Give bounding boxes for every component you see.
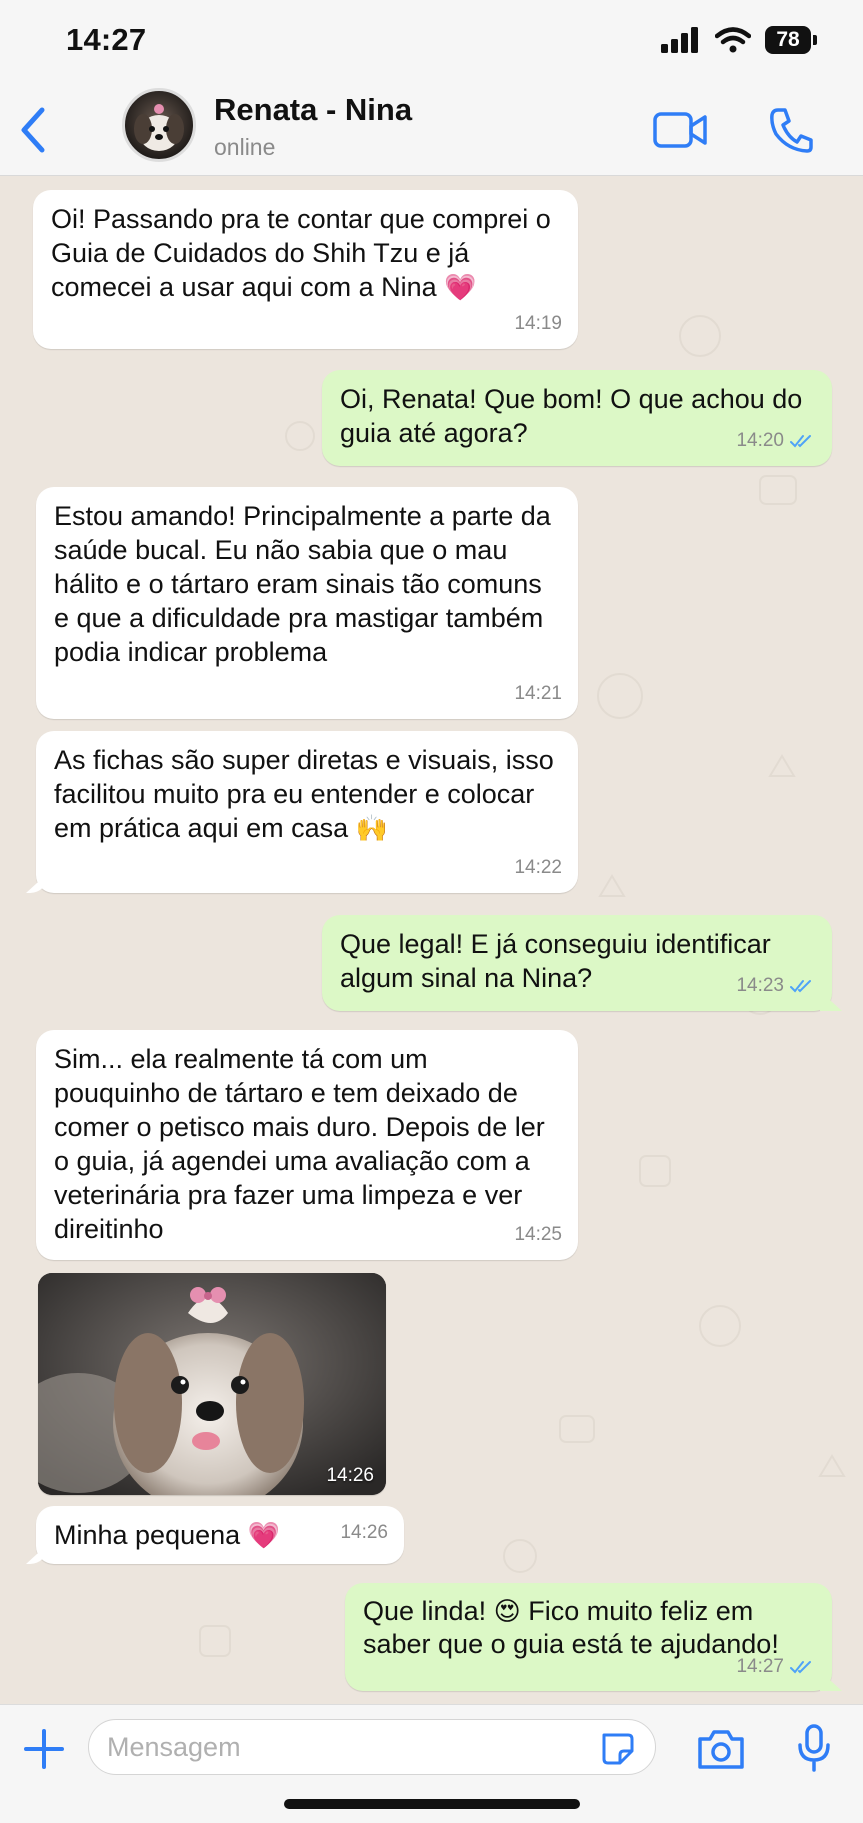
heart-emoji: 💗 xyxy=(247,1521,281,1551)
wifi-icon xyxy=(715,27,751,53)
message-incoming[interactable]: Minha pequena 💗 14:26 xyxy=(36,1506,404,1564)
heart-eyes-emoji: 😍 xyxy=(493,1597,521,1627)
compose-bar xyxy=(0,1704,863,1823)
contact-status: online xyxy=(214,134,276,160)
read-ticks-icon xyxy=(790,435,811,448)
message-text: Que legal! E já conseguiu identificar al… xyxy=(340,929,771,993)
message-time: 14:22 xyxy=(514,857,562,878)
message-time: 14:26 xyxy=(340,1522,388,1543)
back-chevron-icon[interactable] xyxy=(14,104,54,156)
dog-avatar-icon xyxy=(134,104,184,151)
heart-emoji: 💗 xyxy=(444,273,477,303)
read-ticks-icon xyxy=(790,1661,811,1674)
message-text: Estou amando! Principalmente a parte da … xyxy=(54,501,551,667)
battery-indicator: 78 xyxy=(765,26,817,54)
phone-call-icon[interactable] xyxy=(768,106,814,154)
camera-icon[interactable] xyxy=(696,1727,746,1771)
message-time: 14:23 xyxy=(736,975,784,996)
message-text: Oi, Renata! Que bom! O que achou do guia… xyxy=(340,384,803,448)
home-indicator xyxy=(284,1799,580,1809)
message-text: As fichas são super diretas e visuais, i… xyxy=(54,745,554,843)
message-time: 14:25 xyxy=(514,1224,562,1245)
status-bar: 14:27 78 xyxy=(0,0,863,84)
message-time: 14:26 xyxy=(326,1465,374,1486)
photo-message[interactable]: 14:26 xyxy=(38,1273,386,1495)
message-time: 14:27 xyxy=(736,1656,784,1677)
message-time: 14:19 xyxy=(514,313,562,334)
message-time: 14:20 xyxy=(736,430,784,451)
message-outgoing[interactable]: Que legal! E já conseguiu identificar al… xyxy=(322,915,832,1011)
dog-photo-image xyxy=(38,1273,386,1495)
message-outgoing[interactable]: Oi, Renata! Que bom! O que achou do guia… xyxy=(322,370,832,466)
status-time: 14:27 xyxy=(66,22,147,57)
signal-icon xyxy=(661,27,698,53)
contact-name[interactable]: Renata - Nina xyxy=(214,92,412,128)
message-incoming[interactable]: Sim... ela realmente tá com um pouquinho… xyxy=(36,1030,578,1260)
video-call-icon[interactable] xyxy=(652,108,708,152)
message-incoming[interactable]: Estou amando! Principalmente a parte da … xyxy=(36,487,578,719)
message-input[interactable] xyxy=(88,1719,656,1775)
message-text: Que linda! xyxy=(363,1596,487,1626)
sticker-icon[interactable] xyxy=(598,1729,636,1767)
raised-hands-emoji: 🙌 xyxy=(355,814,389,844)
plus-icon[interactable] xyxy=(22,1727,66,1771)
message-incoming[interactable]: As fichas são super diretas e visuais, i… xyxy=(36,731,578,893)
contact-avatar[interactable] xyxy=(122,88,196,162)
message-text: Minha pequena xyxy=(54,1520,241,1550)
read-ticks-icon xyxy=(790,980,811,993)
message-time: 14:21 xyxy=(514,683,562,704)
chat-header: Renata - Nina online xyxy=(0,84,863,176)
status-icons: 78 xyxy=(661,26,817,54)
message-incoming[interactable]: Oi! Passando pra te contar que comprei o… xyxy=(33,190,578,349)
microphone-icon[interactable] xyxy=(796,1723,832,1773)
message-text: Sim... ela realmente tá com um pouquinho… xyxy=(54,1044,545,1244)
message-outgoing[interactable]: Que linda! 😍 Fico muito feliz em saber q… xyxy=(345,1583,832,1691)
